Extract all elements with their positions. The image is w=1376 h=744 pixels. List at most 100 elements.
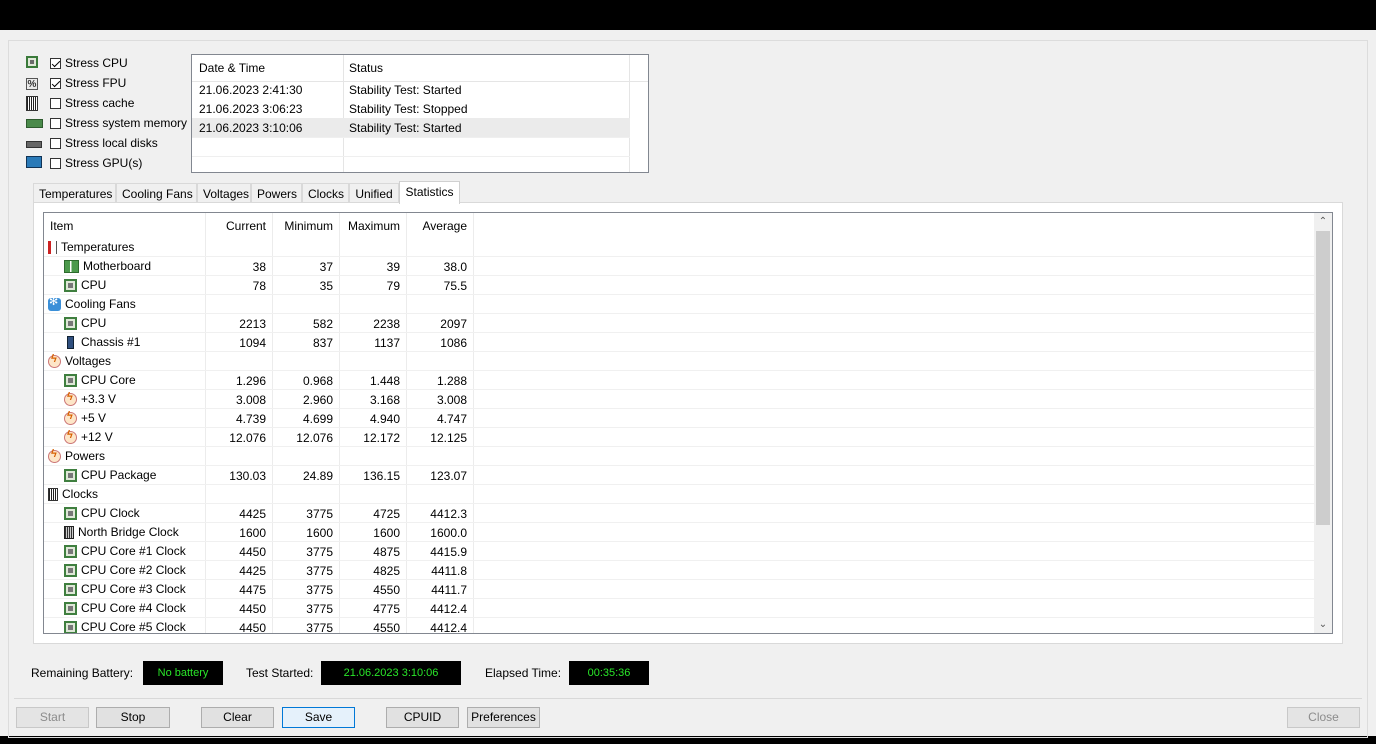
sensor-row[interactable]: CPU Package 130.03 24.89 136.15 123.07 (44, 466, 1314, 485)
row-label: North Bridge Clock (78, 525, 179, 539)
cpu-chip-icon (64, 544, 77, 558)
voltage-icon (64, 410, 77, 425)
stress-fpu-option[interactable]: % Stress FPU (26, 73, 126, 93)
row-name: CPU (64, 278, 106, 292)
value-current: 1.296 (235, 374, 266, 388)
stress-gpu-checkbox[interactable] (50, 157, 61, 169)
category-row[interactable]: Voltages (44, 352, 1314, 371)
statistics-list[interactable]: Item Current Minimum Maximum Average Tem… (43, 212, 1333, 634)
cpuid-button[interactable]: CPUID (386, 707, 459, 728)
value-max: 4.940 (369, 412, 400, 426)
preferences-button[interactable]: Preferences (467, 707, 540, 728)
category-row[interactable]: Powers (44, 447, 1314, 466)
close-button[interactable]: Close (1287, 707, 1360, 728)
row-label: Clocks (62, 487, 99, 501)
log-row[interactable]: 21.06.2023 3:06:23 Stability Test: Stopp… (192, 99, 630, 118)
voltage-icon (48, 448, 61, 463)
value-min: 837 (312, 336, 333, 350)
value-min: 35 (319, 279, 333, 293)
row-label: CPU (81, 316, 107, 330)
value-current: 1600 (239, 526, 266, 540)
scroll-thumb[interactable] (1316, 231, 1330, 525)
stress-cache-checkbox[interactable] (50, 97, 61, 109)
sensor-row[interactable]: CPU Clock 4425 3775 4725 4412.3 (44, 504, 1314, 523)
sensor-row[interactable]: CPU Core #1 Clock 4450 3775 4875 4415.9 (44, 542, 1314, 561)
value-current: 4425 (239, 564, 266, 578)
column-maximum[interactable]: Maximum (340, 219, 400, 233)
stress-gpu-label: Stress GPU(s) (65, 156, 143, 170)
row-name: CPU Core #4 Clock (64, 601, 186, 615)
column-item[interactable]: Item (50, 219, 73, 233)
stress-cache-option[interactable]: Stress cache (26, 93, 134, 113)
row-label: Temperatures (61, 240, 135, 254)
clear-button[interactable]: Clear (201, 707, 274, 728)
sensor-row[interactable]: Chassis #1 1094 837 1137 1086 (44, 333, 1314, 352)
value-max: 39 (386, 260, 400, 274)
column-minimum[interactable]: Minimum (273, 219, 333, 233)
sensor-row[interactable]: CPU 2213 582 2238 2097 (44, 314, 1314, 333)
log-header-status[interactable]: Status (349, 61, 383, 75)
row-label: Motherboard (83, 259, 152, 273)
tab-cooling-fans[interactable]: Cooling Fans (116, 183, 197, 203)
sensor-row[interactable]: CPU Core #4 Clock 4450 3775 4775 4412.4 (44, 599, 1314, 618)
log-datetime: 21.06.2023 3:06:23 (199, 102, 303, 116)
category-row[interactable]: Cooling Fans (44, 295, 1314, 314)
sensor-row[interactable]: +3.3 V 3.008 2.960 3.168 3.008 (44, 390, 1314, 409)
start-button[interactable]: Start (16, 707, 89, 728)
sensor-row[interactable]: North Bridge Clock 1600 1600 1600 1600.0 (44, 523, 1314, 542)
category-row[interactable]: Temperatures (44, 238, 1314, 257)
sensor-row[interactable]: Motherboard 38 37 39 38.0 (44, 257, 1314, 276)
row-name: CPU Package (64, 468, 156, 482)
stress-memory-checkbox[interactable] (50, 117, 61, 129)
value-avg: 4.747 (436, 412, 467, 426)
stress-memory-option[interactable]: Stress system memory (26, 113, 187, 133)
scroll-down-arrow-icon[interactable]: ⌄ (1314, 616, 1332, 633)
tab-unified[interactable]: Unified (349, 183, 399, 203)
sensor-row[interactable]: CPU Core #2 Clock 4425 3775 4825 4411.8 (44, 561, 1314, 580)
stress-disks-checkbox[interactable] (50, 137, 61, 149)
row-label: Cooling Fans (65, 297, 136, 311)
sensor-row[interactable]: CPU 78 35 79 75.5 (44, 276, 1314, 295)
test-started-value: 21.06.2023 3:10:06 (321, 661, 461, 685)
log-row-selected[interactable]: 21.06.2023 3:10:06 Stability Test: Start… (192, 118, 630, 137)
value-max: 4550 (373, 583, 400, 597)
log-row[interactable]: 21.06.2023 2:41:30 Stability Test: Start… (192, 80, 630, 99)
tab-powers[interactable]: Powers (251, 183, 302, 203)
column-current[interactable]: Current (206, 219, 266, 233)
stop-button[interactable]: Stop (96, 707, 170, 728)
value-current: 4450 (239, 602, 266, 616)
stress-fpu-checkbox[interactable] (50, 77, 61, 89)
category-row[interactable]: Clocks (44, 485, 1314, 504)
tab-statistics[interactable]: Statistics (399, 181, 460, 204)
row-name: CPU Core #3 Clock (64, 582, 186, 596)
value-min: 582 (312, 317, 333, 331)
stress-cpu-checkbox[interactable] (50, 57, 61, 69)
row-name: Voltages (48, 353, 111, 368)
event-log-list[interactable]: Date & Time Status 21.06.2023 2:41:30 St… (191, 54, 649, 173)
sensor-row[interactable]: CPU Core #3 Clock 4475 3775 4550 4411.7 (44, 580, 1314, 599)
save-button[interactable]: Save (282, 707, 355, 728)
sensor-row[interactable]: CPU Core #5 Clock 4450 3775 4550 4412.4 (44, 618, 1314, 633)
scroll-up-arrow-icon[interactable]: ⌃ (1314, 213, 1332, 230)
log-header-datetime[interactable]: Date & Time (199, 61, 265, 75)
stress-disks-option[interactable]: Stress local disks (26, 133, 158, 153)
row-label: +12 V (81, 430, 113, 444)
row-name: Cooling Fans (48, 295, 136, 311)
sensor-row[interactable]: +5 V 4.739 4.699 4.940 4.747 (44, 409, 1314, 428)
row-name: CPU Core #5 Clock (64, 620, 186, 633)
log-status: Stability Test: Stopped (349, 102, 468, 116)
vertical-scrollbar[interactable]: ⌃ ⌄ (1314, 213, 1332, 633)
stress-gpu-option[interactable]: Stress GPU(s) (26, 153, 142, 173)
stress-cpu-option[interactable]: Stress CPU (26, 53, 128, 73)
value-max: 4825 (373, 564, 400, 578)
sensor-row[interactable]: CPU Core 1.296 0.968 1.448 1.288 (44, 371, 1314, 390)
column-average[interactable]: Average (407, 219, 467, 233)
tab-clocks[interactable]: Clocks (302, 183, 349, 203)
value-current: 38 (252, 260, 266, 274)
tab-voltages[interactable]: Voltages (197, 183, 251, 203)
row-label: CPU Core (81, 373, 136, 387)
tab-temperatures[interactable]: Temperatures (33, 183, 116, 203)
cpu-chip-icon (26, 56, 42, 70)
cpu-chip-icon (64, 278, 77, 292)
sensor-row[interactable]: +12 V 12.076 12.076 12.172 12.125 (44, 428, 1314, 447)
